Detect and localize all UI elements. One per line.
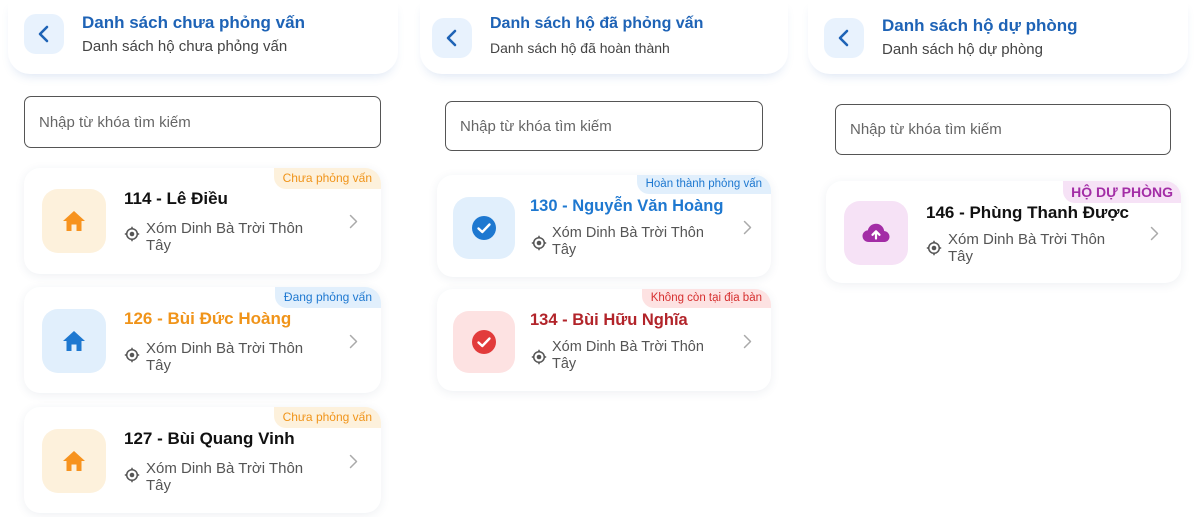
home-icon — [63, 331, 85, 351]
chevron-left-icon — [38, 25, 49, 43]
check-circle-icon — [472, 330, 496, 354]
screen-header: Danh sách hộ đã phỏng vấn Danh sách hộ đ… — [420, 0, 788, 74]
page-subtitle: Danh sách hộ chưa phỏng vấn — [82, 38, 288, 55]
household-name: 126 - Bùi Đức Hoàng — [124, 309, 292, 328]
location-target-icon — [124, 347, 140, 363]
status-badge: Không còn tại địa bàn — [641, 289, 771, 308]
household-card[interactable]: Chưa phỏng vấn 127 - Bùi Quang Vinh Xóm … — [24, 407, 381, 513]
cloud-upload-icon — [862, 223, 890, 242]
check-circle-icon — [472, 216, 496, 240]
household-icon-box — [42, 429, 106, 493]
page-title: Danh sách hộ dự phòng — [882, 16, 1078, 35]
search-input[interactable] — [446, 102, 762, 150]
status-badge: Hoàn thành phỏng vấn — [636, 175, 771, 194]
home-icon — [63, 211, 85, 231]
chevron-right-icon — [743, 334, 752, 349]
household-card[interactable]: HỘ DỰ PHÒNG 146 - Phùng Thanh Được Xóm D… — [826, 181, 1181, 283]
household-address: Xóm Dinh Bà Trời Thôn Tây — [948, 231, 1106, 265]
chevron-left-icon — [838, 29, 849, 47]
household-icon-box — [42, 309, 106, 373]
status-badge: Đang phỏng vấn — [274, 287, 381, 308]
search-box — [445, 101, 763, 151]
search-input[interactable] — [836, 105, 1170, 154]
pending-list-screen: Danh sách chưa phỏng vấn Danh sách hộ ch… — [8, 0, 398, 517]
household-card[interactable]: Không còn tại địa bàn 134 - Bùi Hữu Nghĩ… — [437, 289, 771, 391]
household-address: Xóm Dinh Bà Trời Thôn Tây — [146, 220, 304, 254]
location-target-icon — [531, 235, 547, 251]
back-button[interactable] — [24, 14, 64, 54]
search-box — [835, 104, 1171, 155]
completed-list-screen: Danh sách hộ đã phỏng vấn Danh sách hộ đ… — [420, 0, 788, 517]
chevron-left-icon — [446, 29, 457, 47]
household-card[interactable]: Hoàn thành phỏng vấn 130 - Nguyễn Văn Ho… — [437, 175, 771, 277]
household-icon-box — [453, 197, 515, 259]
household-address: Xóm Dinh Bà Trời Thôn Tây — [552, 225, 704, 258]
page-title: Danh sách hộ đã phỏng vấn — [490, 15, 704, 32]
screen-header: Danh sách hộ dự phòng Danh sách hộ dự ph… — [808, 0, 1188, 74]
status-badge: HỘ DỰ PHÒNG — [1063, 181, 1181, 203]
search-box — [24, 96, 381, 148]
household-name: 114 - Lê Điều — [124, 189, 228, 208]
chevron-right-icon — [349, 214, 358, 229]
household-name: 146 - Phùng Thanh Được — [926, 203, 1129, 222]
chevron-right-icon — [1150, 226, 1159, 241]
page-subtitle: Danh sách hộ dự phòng — [882, 41, 1043, 58]
home-icon — [63, 451, 85, 471]
household-name: 130 - Nguyễn Văn Hoàng — [530, 197, 724, 215]
household-name: 134 - Bùi Hữu Nghĩa — [530, 311, 688, 329]
location-target-icon — [124, 226, 140, 242]
household-icon-box — [844, 201, 908, 265]
back-button[interactable] — [432, 18, 472, 58]
location-target-icon — [926, 240, 942, 256]
household-icon-box — [42, 189, 106, 253]
chevron-right-icon — [349, 334, 358, 349]
search-input[interactable] — [25, 97, 380, 147]
household-card[interactable]: Chưa phỏng vấn 114 - Lê Điều Xóm Dinh Bà… — [24, 168, 381, 274]
household-card[interactable]: Đang phỏng vấn 126 - Bùi Đức Hoàng Xóm D… — [24, 287, 381, 393]
household-address: Xóm Dinh Bà Trời Thôn Tây — [146, 340, 304, 374]
status-badge: Chưa phỏng vấn — [273, 168, 381, 189]
chevron-right-icon — [743, 220, 752, 235]
page-subtitle: Danh sách hộ đã hoàn thành — [490, 40, 670, 56]
back-button[interactable] — [824, 18, 864, 58]
household-name: 127 - Bùi Quang Vinh — [124, 429, 295, 448]
chevron-right-icon — [349, 454, 358, 469]
household-address: Xóm Dinh Bà Trời Thôn Tây — [552, 339, 704, 372]
location-target-icon — [531, 349, 547, 365]
household-address: Xóm Dinh Bà Trời Thôn Tây — [146, 460, 304, 494]
page-title: Danh sách chưa phỏng vấn — [82, 13, 305, 32]
reserve-list-screen: Danh sách hộ dự phòng Danh sách hộ dự ph… — [808, 0, 1188, 517]
status-badge: Chưa phỏng vấn — [273, 407, 381, 428]
household-icon-box — [453, 311, 515, 373]
screen-header: Danh sách chưa phỏng vấn Danh sách hộ ch… — [8, 0, 398, 74]
location-target-icon — [124, 467, 140, 483]
